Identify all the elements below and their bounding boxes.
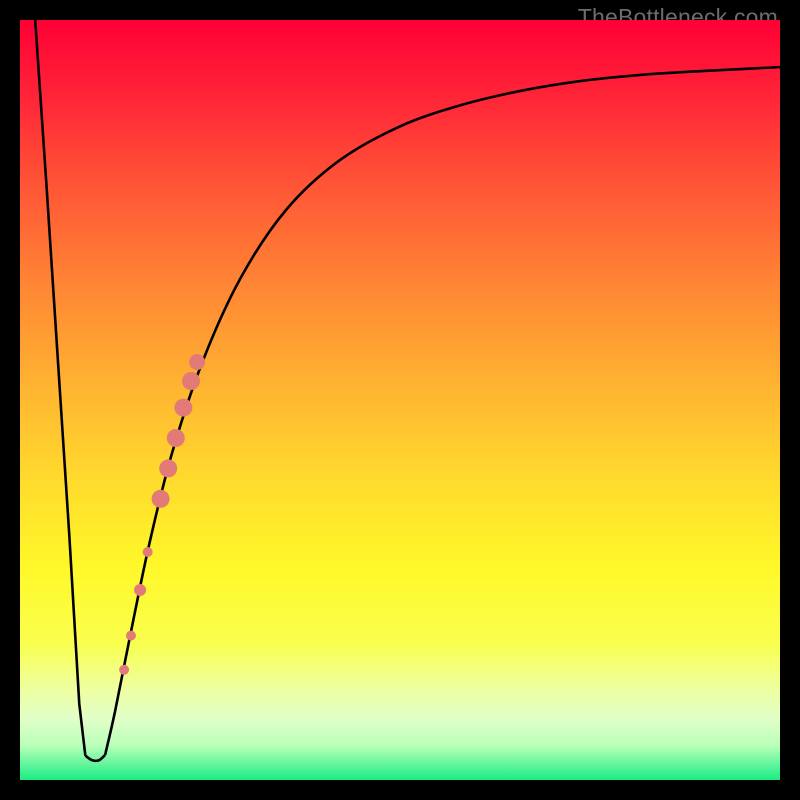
plot-area (20, 20, 780, 780)
data-marker (126, 631, 136, 641)
data-marker (152, 490, 170, 508)
data-marker (182, 372, 200, 390)
chart-svg (20, 20, 780, 780)
gradient-background (20, 20, 780, 780)
data-marker (174, 399, 192, 417)
data-marker (134, 584, 146, 596)
data-marker (159, 459, 177, 477)
chart-frame: TheBottleneck.com (0, 0, 800, 800)
data-marker (143, 547, 153, 557)
data-marker (119, 665, 129, 675)
data-marker (189, 354, 205, 370)
data-marker (167, 429, 185, 447)
